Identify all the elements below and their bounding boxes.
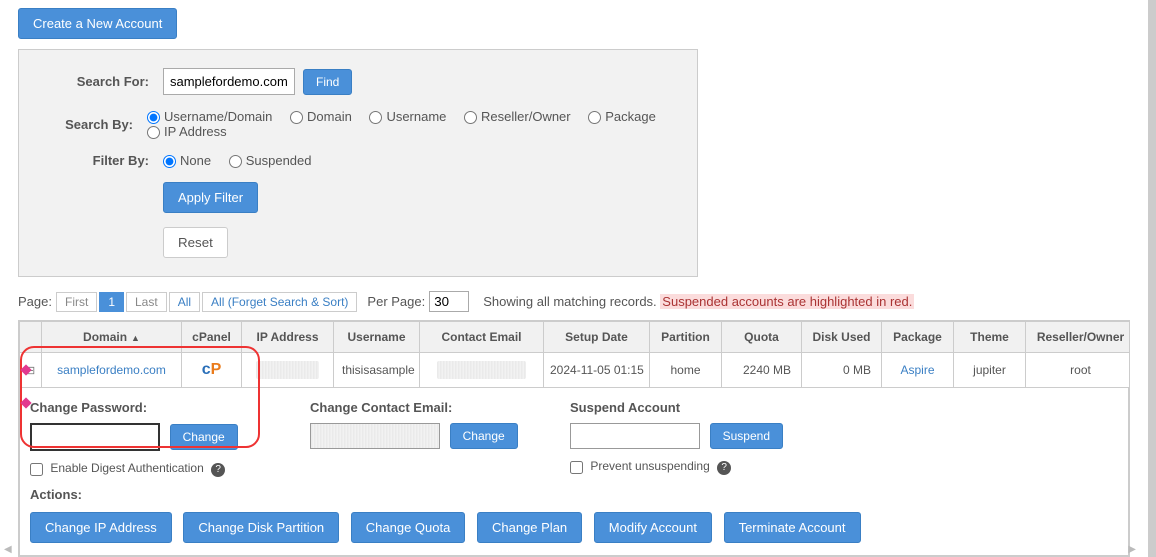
radio-ip[interactable]: IP Address <box>147 124 227 139</box>
radio-package[interactable]: Package <box>588 109 656 124</box>
digest-auth-checkbox[interactable] <box>30 463 43 476</box>
suspend-account-label: Suspend Account <box>570 400 830 415</box>
cell-ip <box>242 353 334 388</box>
pagination-top: Page: First 1 Last All All (Forget Searc… <box>18 291 1130 312</box>
cell-cpanel[interactable]: cP <box>182 353 242 388</box>
change-email-input[interactable] <box>310 423 440 449</box>
radio-none[interactable]: None <box>163 153 211 168</box>
search-by-group: Username/Domain Domain Username Reseller… <box>147 109 677 139</box>
change-email-button[interactable]: Change <box>450 423 518 449</box>
cell-setup: 2024-11-05 01:15 <box>544 353 650 388</box>
page-1[interactable]: 1 <box>99 292 124 312</box>
change-ip-button[interactable]: Change IP Address <box>30 512 172 543</box>
radio-username[interactable]: Username <box>369 109 446 124</box>
change-password-label: Change Password: <box>30 400 270 415</box>
row-collapse-icon[interactable]: ⊟ <box>20 353 42 388</box>
page-all-forget[interactable]: All (Forget Search & Sort) <box>202 292 357 312</box>
help-icon[interactable]: ? <box>211 463 225 477</box>
col-reseller[interactable]: Reseller/Owner <box>1026 322 1131 353</box>
showing-text: Showing all matching records. <box>483 294 656 309</box>
radio-reseller[interactable]: Reseller/Owner <box>464 109 571 124</box>
col-setup[interactable]: Setup Date <box>544 322 650 353</box>
col-partition[interactable]: Partition <box>650 322 722 353</box>
reset-button[interactable]: Reset <box>163 227 228 258</box>
filter-by-label: Filter By: <box>39 153 149 168</box>
page-all[interactable]: All <box>169 292 200 312</box>
col-disk[interactable]: Disk Used <box>802 322 882 353</box>
suspend-button[interactable]: Suspend <box>710 423 783 449</box>
digest-auth-label: Enable Digest Authentication <box>50 461 203 475</box>
col-expand <box>20 322 42 353</box>
col-cpanel[interactable]: cPanel <box>182 322 242 353</box>
col-ip[interactable]: IP Address <box>242 322 334 353</box>
change-password-button[interactable]: Change <box>170 424 238 450</box>
row-detail-panel: Change Password: Change Enable Digest Au… <box>19 388 1129 556</box>
sort-asc-icon: ▲ <box>131 333 140 343</box>
prevent-unsuspend-label: Prevent unsuspending <box>590 459 709 473</box>
change-password-input[interactable] <box>30 423 160 451</box>
change-plan-button[interactable]: Change Plan <box>477 512 582 543</box>
col-package[interactable]: Package <box>882 322 954 353</box>
per-page-label: Per Page: <box>367 294 425 309</box>
create-account-button[interactable]: Create a New Account <box>18 8 177 39</box>
apply-filter-button[interactable]: Apply Filter <box>163 182 258 213</box>
scroll-right-icon[interactable]: ▶ <box>1128 544 1136 555</box>
terminate-account-button[interactable]: Terminate Account <box>724 512 861 543</box>
search-by-label: Search By: <box>39 117 133 132</box>
help-icon[interactable]: ? <box>717 461 731 475</box>
cell-username: thisisasample <box>334 353 420 388</box>
search-panel: Search For: Find Search By: Username/Dom… <box>18 49 698 277</box>
cell-package[interactable]: Aspire <box>882 353 954 388</box>
cell-reseller: root <box>1026 353 1131 388</box>
suspend-reason-input[interactable] <box>570 423 700 449</box>
radio-domain[interactable]: Domain <box>290 109 352 124</box>
scroll-left-icon[interactable]: ◀ <box>4 544 12 555</box>
actions-label: Actions: <box>30 487 1118 502</box>
cell-email <box>420 353 544 388</box>
prevent-unsuspend-checkbox[interactable] <box>570 461 583 474</box>
search-for-input[interactable] <box>163 68 295 95</box>
radio-username-domain[interactable]: Username/Domain <box>147 109 272 124</box>
col-theme[interactable]: Theme <box>954 322 1026 353</box>
col-username[interactable]: Username <box>334 322 420 353</box>
cell-domain[interactable]: samplefordemo.com <box>42 353 182 388</box>
cpanel-icon: cP <box>202 361 222 378</box>
cell-quota: 2240 MB <box>722 353 802 388</box>
filter-by-group: None Suspended <box>163 153 325 168</box>
radio-suspended[interactable]: Suspended <box>229 153 312 168</box>
cell-theme: jupiter <box>954 353 1026 388</box>
change-quota-button[interactable]: Change Quota <box>351 512 466 543</box>
table-row: ⊟ samplefordemo.com cP thisisasample 202… <box>20 353 1131 388</box>
change-disk-button[interactable]: Change Disk Partition <box>183 512 339 543</box>
cell-partition: home <box>650 353 722 388</box>
accounts-table: Domain▲ cPanel IP Address Username Conta… <box>18 320 1130 557</box>
suspended-note: Suspended accounts are highlighted in re… <box>660 294 914 309</box>
col-email[interactable]: Contact Email <box>420 322 544 353</box>
page-last[interactable]: Last <box>126 292 167 312</box>
redacted-ip <box>256 361 319 379</box>
redacted-email <box>437 361 526 379</box>
modify-account-button[interactable]: Modify Account <box>594 512 712 543</box>
search-for-label: Search For: <box>39 74 149 89</box>
find-button[interactable]: Find <box>303 69 352 95</box>
col-quota[interactable]: Quota <box>722 322 802 353</box>
per-page-input[interactable] <box>429 291 469 312</box>
page-first[interactable]: First <box>56 292 97 312</box>
cell-disk: 0 MB <box>802 353 882 388</box>
col-domain[interactable]: Domain▲ <box>42 322 182 353</box>
page-label: Page: <box>18 294 52 309</box>
change-email-label: Change Contact Email: <box>310 400 530 415</box>
